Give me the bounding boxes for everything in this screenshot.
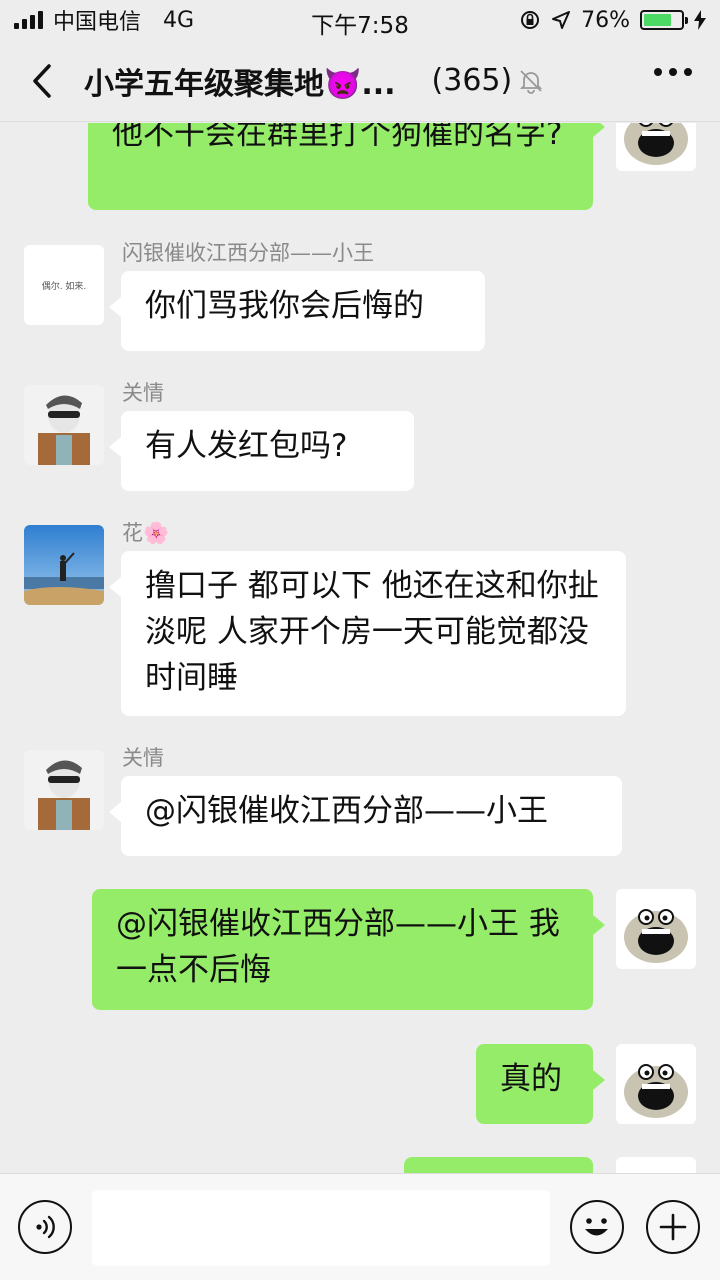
message-text: 他不干会在群里打个狗催的名字?: [112, 123, 563, 152]
chat-screen: 中国电信 4G 下午7:58 76% 小学五年级聚集地👿... (365) 他不…: [0, 0, 720, 1280]
message-input[interactable]: [92, 1190, 550, 1266]
status-bar: 中国电信 4G 下午7:58 76%: [0, 0, 720, 40]
avatar-guanqing[interactable]: [24, 750, 104, 830]
rotation-lock-icon: [521, 11, 540, 29]
battery-percent: 76%: [581, 7, 630, 33]
message-text: 你们骂我你会后悔的: [145, 288, 424, 324]
mute-bell-icon: [520, 69, 543, 94]
message-bubble-incoming[interactable]: @闪银催收江西分部——小王: [109, 776, 622, 856]
landscape-avatar-icon: [24, 525, 104, 605]
more-actions-button[interactable]: [646, 1200, 700, 1254]
message-bubble-outgoing[interactable]: 他不干会在群里打个狗催的名字?: [88, 123, 605, 210]
message-bubble-outgoing-partial[interactable]: [404, 1157, 593, 1173]
avatar-text: 偶尔. 如来.: [41, 281, 87, 292]
laughing-face-avatar-icon: [616, 123, 696, 171]
carrier-label: 中国电信: [53, 10, 142, 35]
message-bubble-outgoing[interactable]: 真的: [476, 1044, 605, 1124]
message-text: 真的: [500, 1061, 562, 1097]
charging-icon: [694, 10, 706, 30]
laughing-face-avatar-icon: [616, 889, 696, 969]
emoji-button[interactable]: [570, 1200, 624, 1254]
voice-wave-icon: [36, 1215, 55, 1239]
plus-icon: [659, 1213, 687, 1241]
chat-title: 小学五年级聚集地👿...: [84, 66, 396, 102]
sender-name: 关情: [122, 746, 164, 770]
message-bubble-incoming[interactable]: 你们骂我你会后悔的: [109, 271, 485, 351]
avatar-guanqing[interactable]: [24, 385, 104, 465]
more-button[interactable]: [654, 68, 692, 76]
sender-name: 花🌸: [122, 521, 170, 545]
self-avatar-partial[interactable]: [616, 1157, 696, 1173]
member-count: (365): [431, 63, 513, 98]
avatar-xiaowang[interactable]: 偶尔. 如来.: [24, 245, 104, 325]
message-bubble-outgoing[interactable]: @闪银催收江西分部——小王 我一点不后悔: [92, 889, 605, 1010]
self-avatar[interactable]: [616, 889, 696, 969]
message-text: 撸口子 都可以下 他还在这和你扯淡呢 人家开个房一天可能觉都没时间睡: [145, 568, 599, 696]
laughing-face-avatar-icon: [616, 1044, 696, 1124]
back-button[interactable]: [0, 40, 84, 122]
input-bar: [0, 1173, 720, 1280]
message-text: @闪银催收江西分部——小王: [145, 793, 548, 829]
message-bubble-incoming[interactable]: 有人发红包吗?: [109, 411, 414, 491]
nav-bar: 小学五年级聚集地👿... (365): [0, 40, 720, 122]
battery-icon: [640, 10, 688, 30]
message-bubble-incoming[interactable]: 撸口子 都可以下 他还在这和你扯淡呢 人家开个房一天可能觉都没时间睡: [109, 551, 626, 716]
location-icon: [552, 11, 571, 29]
network-label: 4G: [163, 7, 195, 33]
message-text: 有人发红包吗?: [145, 428, 348, 464]
chevron-left-icon: [33, 63, 51, 98]
sender-name: 闪银催收江西分部——小王: [122, 241, 374, 265]
avatar-hua[interactable]: [24, 525, 104, 605]
signal-icon: [14, 11, 43, 29]
sender-name: 关情: [122, 381, 164, 405]
self-avatar[interactable]: [616, 123, 696, 171]
smiley-icon: [585, 1218, 608, 1236]
chat-area[interactable]: 他不干会在群里打个狗催的名字? 偶尔. 如来. 闪银催收江西分部——小王 你们骂…: [0, 123, 720, 1173]
person-avatar-icon: [24, 750, 104, 830]
message-text: @闪银催收江西分部——小王 我一点不后悔: [116, 906, 560, 988]
person-avatar-icon: [24, 385, 104, 465]
self-avatar[interactable]: [616, 1044, 696, 1124]
voice-button[interactable]: [18, 1200, 72, 1254]
